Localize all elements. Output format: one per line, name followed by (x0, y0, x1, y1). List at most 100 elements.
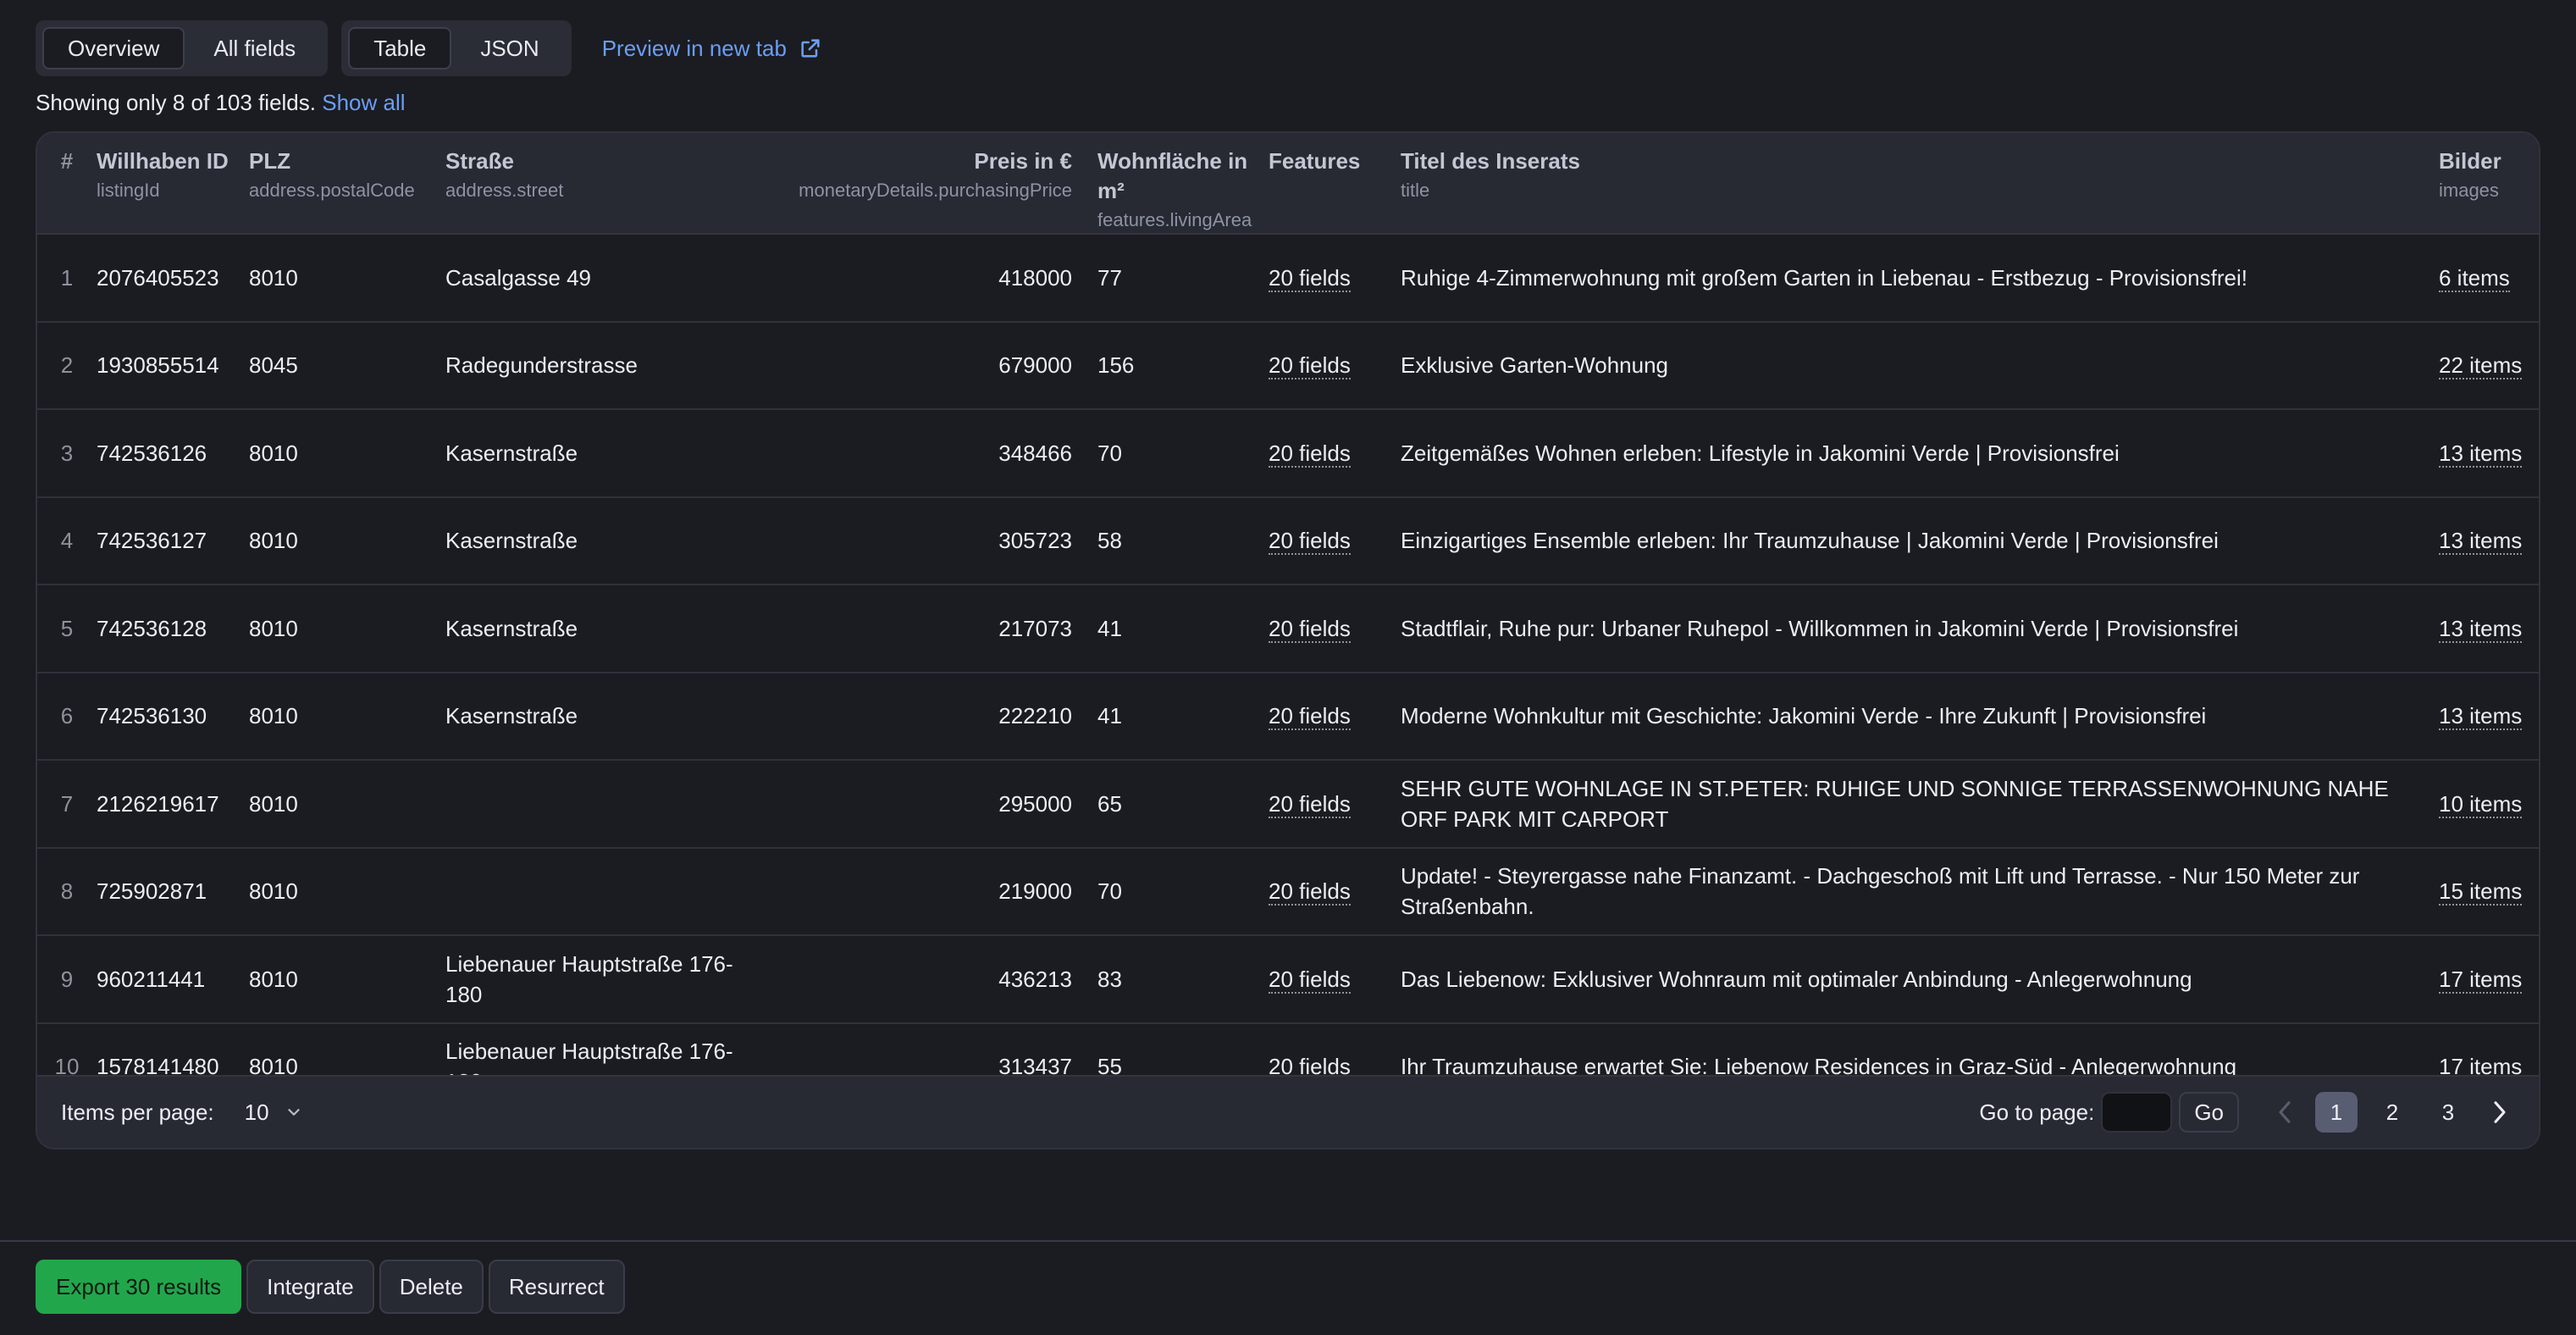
delete-button[interactable]: Delete (379, 1260, 484, 1314)
tab-table[interactable]: Table (348, 27, 452, 69)
features-link[interactable]: 20 fields (1269, 966, 1351, 994)
export-button[interactable]: Export 30 results (36, 1260, 242, 1314)
street-cell: Radegunderstrasse (445, 321, 750, 410)
row-index-text: 3 (60, 440, 74, 466)
column-header-title[interactable]: Titel des Inserats title (1380, 133, 2439, 235)
price-cell: 418000 (750, 234, 1072, 323)
price-cell-text: 679000 (998, 352, 1072, 379)
images-link[interactable]: 15 items (2439, 878, 2523, 906)
column-header-price[interactable]: Preis in € monetaryDetails.purchasingPric… (750, 133, 1072, 235)
items-per-page: Items per page: 10 (61, 1100, 303, 1126)
column-header-living-area[interactable]: Wohnfläche in m² features.livingArea (1072, 133, 1269, 235)
street-cell-text: Kasernstraße (445, 528, 578, 554)
images-link[interactable]: 6 items (2439, 264, 2510, 292)
listing-id-cell-text: 725902871 (97, 878, 207, 905)
row-index: 1 (37, 234, 97, 323)
postal-code-cell: 8010 (249, 584, 445, 673)
postal-code-cell-text: 8010 (249, 790, 298, 817)
table-row[interactable]: 3 742536126 8010 Kasernstraße 348466 70 20 fie… (37, 409, 2539, 498)
listing-id-cell-text: 742536130 (97, 703, 207, 729)
images-link[interactable]: 13 items (2439, 615, 2523, 643)
tab-all-fields[interactable]: All fields (188, 27, 321, 69)
column-header-images[interactable]: Bilder images (2439, 133, 2539, 235)
images-link[interactable]: 13 items (2439, 528, 2523, 556)
title-cell-text: Zeitgemäßes Wohnen erleben: Lifestyle in… (1401, 440, 2120, 466)
table-body: 1 2076405523 8010 Casalgasse 49 418000 77 20 f… (37, 234, 2539, 1110)
price-cell: 348466 (750, 409, 1072, 498)
page-button-3[interactable]: 3 (2427, 1092, 2469, 1133)
listing-id-cell-text: 742536127 (97, 528, 207, 554)
price-cell: 219000 (750, 847, 1072, 936)
table-row[interactable]: 7 2126219617 8010 295000 65 20 fields SEHR GUT… (37, 760, 2539, 849)
next-page-button[interactable] (2483, 1092, 2517, 1133)
goto-page-input[interactable] (2101, 1092, 2173, 1133)
table-row[interactable]: 5 742536128 8010 Kasernstraße 217073 41 20 fie… (37, 584, 2539, 673)
street-cell: Liebenauer Hauptstraße 176-180 (445, 935, 750, 1024)
living-area-cell: 83 (1072, 935, 1269, 1024)
images-cell: 13 items (2439, 409, 2539, 498)
listing-id-cell: 742536130 (97, 672, 249, 761)
column-header-street[interactable]: Straße address.street (445, 133, 750, 235)
listing-id-cell: 2126219617 (97, 760, 249, 849)
price-cell-text: 222210 (998, 703, 1072, 729)
go-button[interactable]: Go (2179, 1092, 2239, 1133)
column-header-listing-id[interactable]: Willhaben ID listingId (97, 133, 249, 235)
resurrect-button[interactable]: Resurrect (488, 1260, 625, 1314)
features-link[interactable]: 20 fields (1269, 615, 1351, 643)
table-row[interactable]: 1 2076405523 8010 Casalgasse 49 418000 77 20 f… (37, 234, 2539, 323)
page-button-1[interactable]: 1 (2315, 1092, 2358, 1133)
table-row[interactable]: 8 725902871 8010 219000 70 20 fields Update! -… (37, 847, 2539, 936)
images-link[interactable]: 10 items (2439, 790, 2523, 818)
prev-page-button[interactable] (2268, 1092, 2302, 1133)
listing-id-cell: 742536126 (97, 409, 249, 498)
features-link[interactable]: 20 fields (1269, 440, 1351, 468)
row-index: 5 (37, 584, 97, 673)
images-link[interactable]: 13 items (2439, 440, 2523, 468)
row-index: 9 (37, 935, 97, 1024)
features-cell: 20 fields (1269, 847, 1380, 936)
images-link[interactable]: 13 items (2439, 703, 2523, 731)
integrate-button[interactable]: Integrate (246, 1260, 374, 1314)
results-table: # Willhaben ID listingId PLZ address.posta… (36, 131, 2540, 1149)
title-cell-text: Ruhige 4-Zimmerwohnung mit großem Garten… (1401, 264, 2247, 291)
images-cell: 6 items (2439, 234, 2539, 323)
images-link[interactable]: 22 items (2439, 352, 2523, 380)
table-row[interactable]: 9 960211441 8010 Liebenauer Hauptstraße 176… (37, 935, 2539, 1024)
images-link[interactable]: 17 items (2439, 966, 2523, 994)
street-cell-text: Casalgasse 49 (445, 264, 591, 291)
features-link[interactable]: 20 fields (1269, 703, 1351, 731)
column-header-features[interactable]: Features (1269, 133, 1380, 235)
show-all-link[interactable]: Show all (322, 90, 405, 115)
tab-overview[interactable]: Overview (42, 27, 185, 69)
features-link[interactable]: 20 fields (1269, 352, 1351, 380)
images-cell: 10 items (2439, 760, 2539, 849)
preview-in-new-tab-link[interactable]: Preview in new tab (602, 36, 822, 62)
features-link[interactable]: 20 fields (1269, 878, 1351, 906)
table-row[interactable]: 4 742536127 8010 Kasernstraße 305723 58 20 fie… (37, 496, 2539, 585)
postal-code-cell: 8010 (249, 935, 445, 1024)
features-link[interactable]: 20 fields (1269, 264, 1351, 292)
title-cell: SEHR GUTE WOHNLAGE IN ST.PETER: RUHIGE U… (1380, 760, 2439, 849)
page-button-2[interactable]: 2 (2371, 1092, 2413, 1133)
listing-id-cell: 1930855514 (97, 321, 249, 410)
title-cell-text: SEHR GUTE WOHNLAGE IN ST.PETER: RUHIGE U… (1401, 775, 2389, 832)
price-cell-text: 436213 (998, 966, 1072, 992)
postal-code-cell-text: 8010 (249, 440, 298, 466)
price-cell-text: 305723 (998, 528, 1072, 554)
title-cell: Exklusive Garten-Wohnung (1380, 321, 2439, 410)
features-link[interactable]: 20 fields (1269, 528, 1351, 556)
goto-page: Go to page: Go (1979, 1092, 2239, 1133)
features-link[interactable]: 20 fields (1269, 790, 1351, 818)
listing-id-cell: 2076405523 (97, 234, 249, 323)
price-cell-text: 418000 (998, 264, 1072, 291)
pagination-bar: Items per page: 10 Go to page: Go 1 2 3 (37, 1075, 2539, 1148)
column-header-plz[interactable]: PLZ address.postalCode (249, 133, 445, 235)
title-cell: Zeitgemäßes Wohnen erleben: Lifestyle in… (1380, 409, 2439, 498)
street-cell-text: Radegunderstrasse (445, 352, 638, 379)
row-index-text: 9 (60, 966, 74, 992)
table-row[interactable]: 2 1930855514 8045 Radegunderstrasse 679000 15… (37, 321, 2539, 410)
items-per-page-select[interactable]: 10 (245, 1100, 303, 1126)
tab-json[interactable]: JSON (455, 27, 564, 69)
table-row[interactable]: 6 742536130 8010 Kasernstraße 222210 41 20 fie… (37, 672, 2539, 761)
postal-code-cell-text: 8010 (249, 528, 298, 554)
